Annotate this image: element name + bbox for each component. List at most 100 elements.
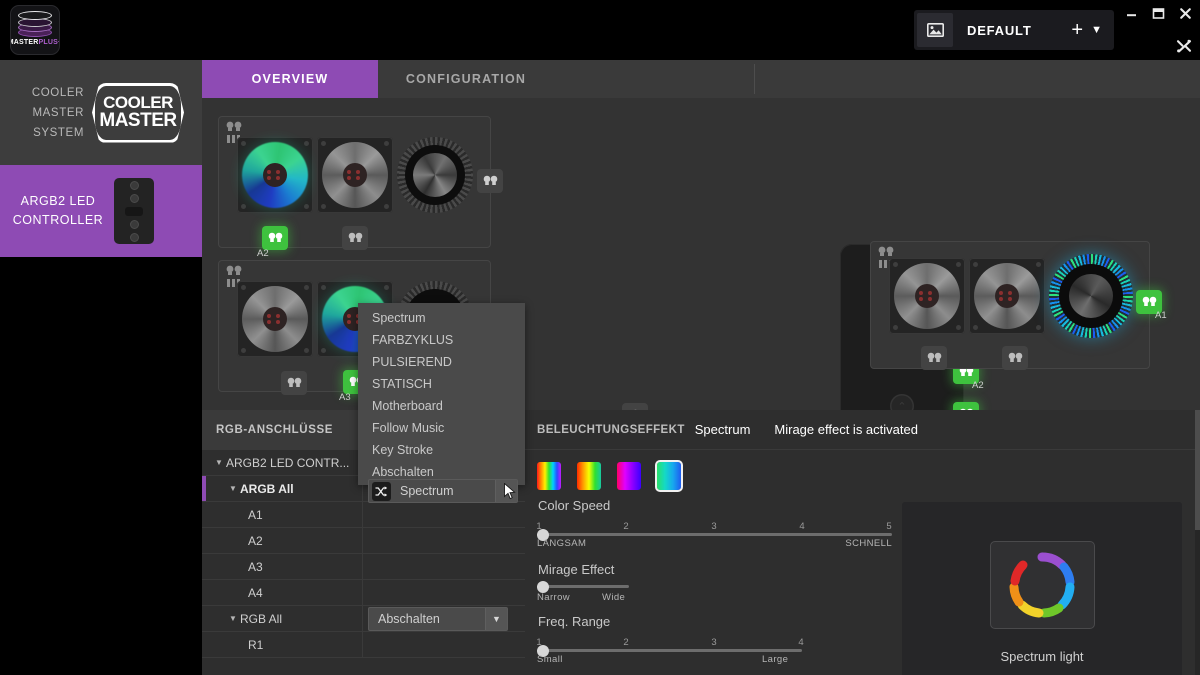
swatch-magenta-blue[interactable] [617, 462, 641, 490]
port-badge-unassigned-1[interactable] [477, 169, 503, 193]
tree-row-a3[interactable]: A3 [202, 554, 525, 580]
swatch-warm-green[interactable] [577, 462, 601, 490]
rgb-all-effect-combo[interactable]: Abschalten ▼ [368, 607, 508, 631]
minimize-icon [1126, 13, 1136, 16]
settings-tools-button[interactable] [1176, 38, 1192, 54]
fan-1-3-radiator [397, 137, 473, 213]
lighting-effect-title: BELEUCHTUNGSEFFEKT [537, 423, 685, 436]
effect-panel-scrollbar[interactable] [1195, 410, 1200, 675]
swatch-rainbow-full[interactable] [537, 462, 561, 490]
rgb-all-effect-value: Abschalten [378, 612, 440, 626]
lighting-effect-name: Spectrum [694, 422, 751, 437]
tab-divider [754, 64, 755, 94]
bulbs-icon [348, 232, 362, 242]
fan-1-1 [237, 137, 313, 213]
tree-valuecol [362, 554, 525, 579]
tree-namecol: R1 [202, 638, 362, 652]
dropdown-item-pulsierend[interactable]: PULSIEREND [358, 351, 525, 373]
dropdown-item-key-stroke[interactable]: Key Stroke [358, 439, 525, 461]
caret-icon[interactable]: ▼ [212, 458, 226, 467]
tree-valuecol [362, 528, 525, 553]
tree-row-r1[interactable]: R1 [202, 632, 525, 658]
tick-2: 2 [623, 521, 629, 532]
tree-row-a2[interactable]: A2 [202, 528, 525, 554]
mirage-max-label: Wide [602, 592, 626, 603]
port-badge-unassigned-5[interactable] [1002, 346, 1028, 370]
tick-4: 4 [798, 637, 804, 648]
close-button[interactable] [1178, 6, 1192, 20]
minimize-button[interactable] [1124, 6, 1138, 20]
lighting-effect-header: BELEUCHTUNGSEFFEKT Spectrum Mirage effec… [525, 410, 1200, 450]
tab-overview[interactable]: OVERVIEW [202, 60, 378, 98]
color-speed-min-label: LANGSAM [537, 538, 587, 549]
color-speed-track[interactable] [537, 528, 892, 541]
profile-name: DEFAULT [967, 22, 1032, 38]
argb-all-effect-combo[interactable]: Spectrum ▲ [368, 479, 518, 503]
port-label-a2: A2 [972, 380, 984, 391]
effect-dropdown-menu[interactable]: Spectrum FARBZYKLUS PULSIEREND STATISCH … [358, 303, 525, 485]
freq-max-label: Large [762, 654, 789, 665]
port-label-a3-assembly: A3 [339, 392, 351, 403]
shuffle-glyph [375, 485, 388, 497]
mirage-effect-slider[interactable]: Narrow Wide [537, 580, 629, 606]
sidebar: COOLER MASTER SYSTEM COOLER MASTER ARGB2… [0, 60, 202, 675]
tree-row-a1[interactable]: A1 [202, 502, 525, 528]
tab-configuration[interactable]: CONFIGURATION [378, 60, 554, 98]
tick-5: 5 [886, 521, 892, 532]
scrollbar-thumb[interactable] [1195, 410, 1200, 530]
caret-icon[interactable]: ▼ [226, 614, 240, 623]
tick-3: 3 [711, 637, 717, 648]
tick-4: 4 [799, 521, 805, 532]
mirage-effect-endlabels: Narrow Wide [537, 592, 629, 606]
freq-range-slider[interactable]: 1 2 3 4 Small Large [536, 637, 804, 668]
sidebar-item-system[interactable]: COOLER MASTER SYSTEM COOLER MASTER [0, 60, 202, 165]
dropdown-item-farbzyklus[interactable]: FARBZYKLUS [358, 329, 525, 351]
fan-assembly-3[interactable] [870, 241, 1150, 370]
tree-valuecol [362, 632, 525, 657]
tree-valuecol [362, 580, 525, 605]
dropdown-item-motherboard[interactable]: Motherboard [358, 395, 525, 417]
add-profile-button[interactable]: + [1063, 20, 1091, 40]
profile-selector[interactable]: DEFAULT + ▼ [914, 10, 1114, 50]
tree-namecol: A1 [202, 508, 362, 522]
freq-range-endlabels: Small Large [537, 654, 802, 668]
port-label-a2-assembly: A2 [257, 248, 269, 259]
port-badge-a2[interactable] [262, 226, 288, 250]
port-label-a1-assembly: A1 [1155, 310, 1167, 321]
image-icon [926, 23, 944, 37]
port-badge-unassigned-3[interactable] [281, 371, 307, 395]
dropdown-item-spectrum[interactable]: Spectrum [358, 307, 525, 329]
mirage-effect-track[interactable] [537, 580, 629, 593]
fan-3-1 [889, 258, 965, 334]
swatch-green-cyan-blue[interactable] [655, 460, 683, 492]
sidebar-device-label: ARGB2 LED CONTROLLER [0, 192, 110, 230]
tree-label: ARGB All [240, 481, 294, 496]
logo-word-symbol: + [58, 39, 59, 46]
tree-label: R1 [248, 637, 264, 652]
sidebar-item-argb2-led-controller[interactable]: ARGB2 LED CONTROLLER [0, 165, 202, 257]
sidebar-system-label: COOLER MASTER SYSTEM [0, 83, 88, 143]
maximize-button[interactable] [1151, 6, 1165, 20]
freq-range-track[interactable] [537, 644, 802, 657]
dropdown-item-statisch[interactable]: STATISCH [358, 373, 525, 395]
profile-image-button[interactable] [917, 13, 953, 47]
port-badge-unassigned-2[interactable] [342, 226, 368, 250]
color-wheel-icon [1009, 552, 1075, 617]
tree-row-a4[interactable]: A4 [202, 580, 525, 606]
sidebar-system-line2: SYSTEM [33, 126, 84, 139]
port-badge-unassigned-4[interactable] [921, 346, 947, 370]
color-speed-ticks: 1 2 3 4 5 [536, 521, 892, 533]
logo-word-master: MASTER [10, 39, 39, 46]
tree-namecol: A3 [202, 560, 362, 574]
dropdown-item-follow-music[interactable]: Follow Music [358, 417, 525, 439]
sidebar-system-line1: COOLER MASTER [31, 86, 84, 119]
caret-icon[interactable]: ▼ [226, 484, 240, 493]
tree-label: A3 [248, 559, 263, 574]
tree-valuecol [362, 502, 525, 527]
mirage-effect-thumb[interactable] [537, 580, 549, 593]
chevron-down-icon[interactable]: ▼ [1091, 24, 1114, 36]
bulbs-icon [927, 352, 941, 362]
color-speed-slider[interactable]: 1 2 3 4 5 LANGSAM SCHNELL [536, 521, 892, 552]
logo-word-plus: PLUS [38, 39, 58, 46]
chevron-down-icon[interactable]: ▼ [485, 608, 507, 630]
